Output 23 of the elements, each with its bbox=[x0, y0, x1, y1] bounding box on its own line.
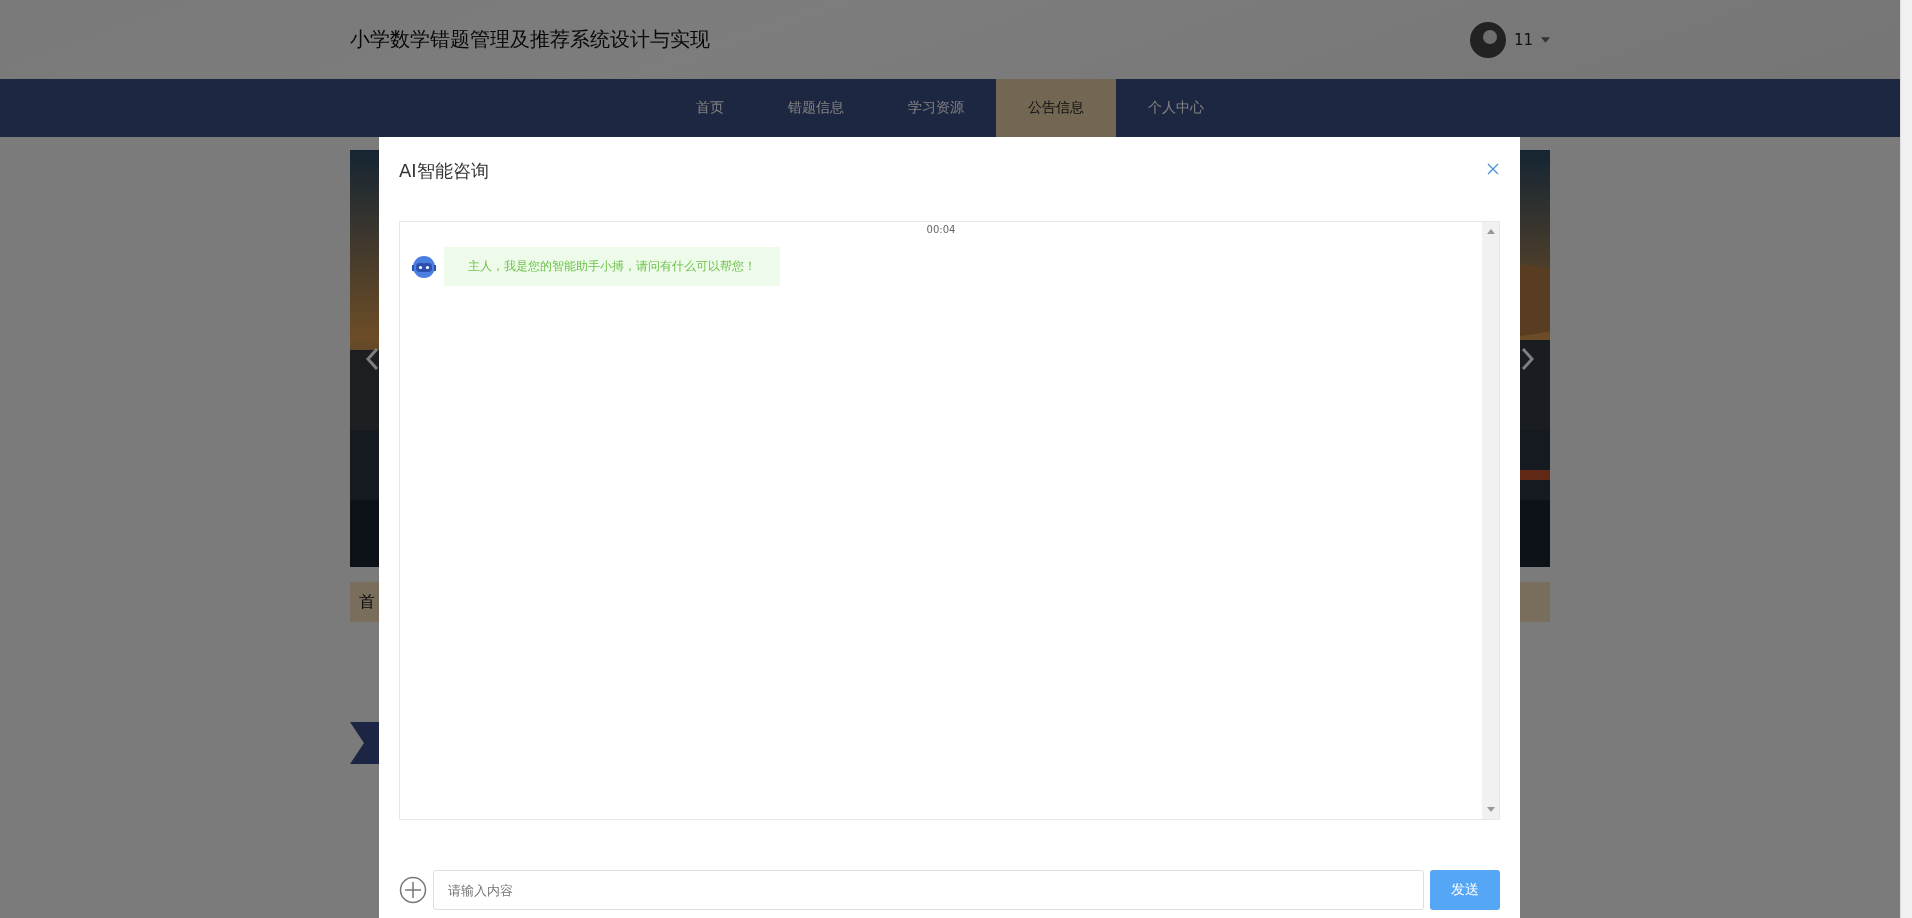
bot-message: 主人，我是您的智能助手小搏，请问有什么可以帮您！ bbox=[444, 247, 780, 286]
nav-tab[interactable]: 个人中心 bbox=[1116, 79, 1236, 137]
nav-tab[interactable]: 公告信息 bbox=[996, 79, 1116, 137]
site-title: 小学数学错题管理及推荐系统设计与实现 bbox=[350, 26, 710, 53]
message-time: 00:04 bbox=[926, 224, 956, 235]
dialog-title: AI智能咨询 bbox=[399, 159, 489, 183]
chevron-right-icon[interactable] bbox=[1521, 347, 1535, 371]
scroll-up-icon[interactable] bbox=[1486, 229, 1495, 234]
add-icon[interactable] bbox=[399, 876, 427, 904]
scrollbar[interactable] bbox=[1482, 222, 1499, 819]
send-button[interactable]: 发送 bbox=[1430, 870, 1500, 910]
nav-tab[interactable]: 学习资源 bbox=[876, 79, 996, 137]
caret-icon[interactable] bbox=[1541, 36, 1550, 43]
scroll-down-icon[interactable] bbox=[1486, 807, 1495, 812]
nav-tab[interactable]: 错题信息 bbox=[756, 79, 876, 137]
page-scrollbar[interactable] bbox=[1900, 0, 1912, 918]
caption-text: 首 bbox=[359, 591, 375, 613]
nav-tab[interactable]: 首页 bbox=[664, 79, 756, 137]
message-input[interactable]: 请输入内容 bbox=[433, 870, 1424, 910]
chevron-left-icon[interactable] bbox=[365, 347, 379, 371]
user-name[interactable]: 11 bbox=[1513, 30, 1533, 49]
avatar-icon[interactable] bbox=[1469, 21, 1506, 58]
close-icon[interactable] bbox=[1487, 163, 1499, 175]
